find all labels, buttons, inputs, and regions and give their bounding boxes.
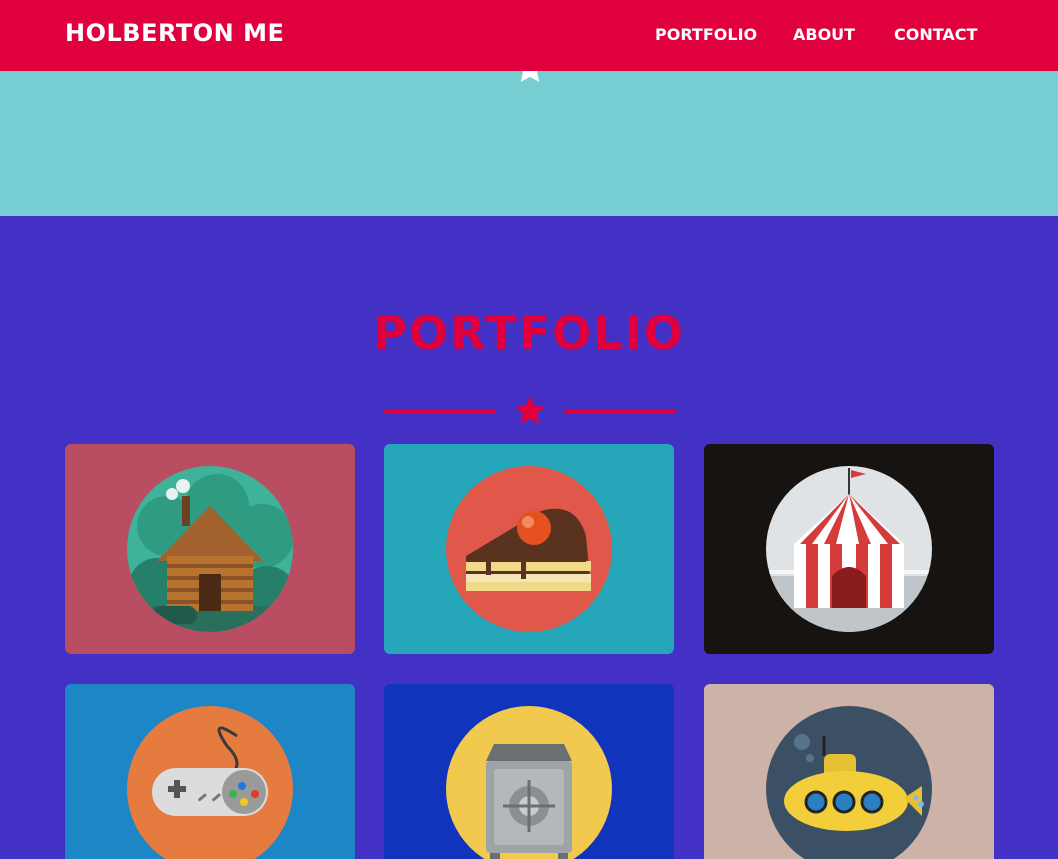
cake-icon (446, 466, 612, 632)
portfolio-item-cabin[interactable] (65, 444, 355, 654)
nav-link-about[interactable]: ABOUT (793, 25, 855, 44)
portfolio-item-game[interactable] (65, 684, 355, 859)
star-icon (496, 394, 564, 428)
portfolio-item-submarine[interactable] (704, 684, 994, 859)
safe-icon (446, 706, 612, 859)
submarine-icon (766, 706, 932, 859)
brand-logo[interactable]: HOLBERTON ME (65, 19, 284, 47)
game-controller-icon (127, 706, 293, 859)
section-title: PORTFOLIO (373, 306, 685, 360)
portfolio-item-safe[interactable] (384, 684, 674, 859)
cabin-icon (127, 466, 293, 632)
portfolio-star-divider (384, 394, 676, 428)
portfolio-item-circus[interactable] (704, 444, 994, 654)
navbar: HOLBERTON ME PORTFOLIO ABOUT CONTACT (0, 0, 1058, 71)
portfolio-section: PORTFOLIO (0, 216, 1058, 859)
circus-tent-icon (766, 466, 932, 632)
nav-link-contact[interactable]: CONTACT (894, 25, 977, 44)
portfolio-item-cake[interactable] (384, 444, 674, 654)
divider-line-right (564, 409, 676, 413)
nav-link-portfolio[interactable]: PORTFOLIO (655, 25, 757, 44)
divider-line-left (384, 409, 496, 413)
